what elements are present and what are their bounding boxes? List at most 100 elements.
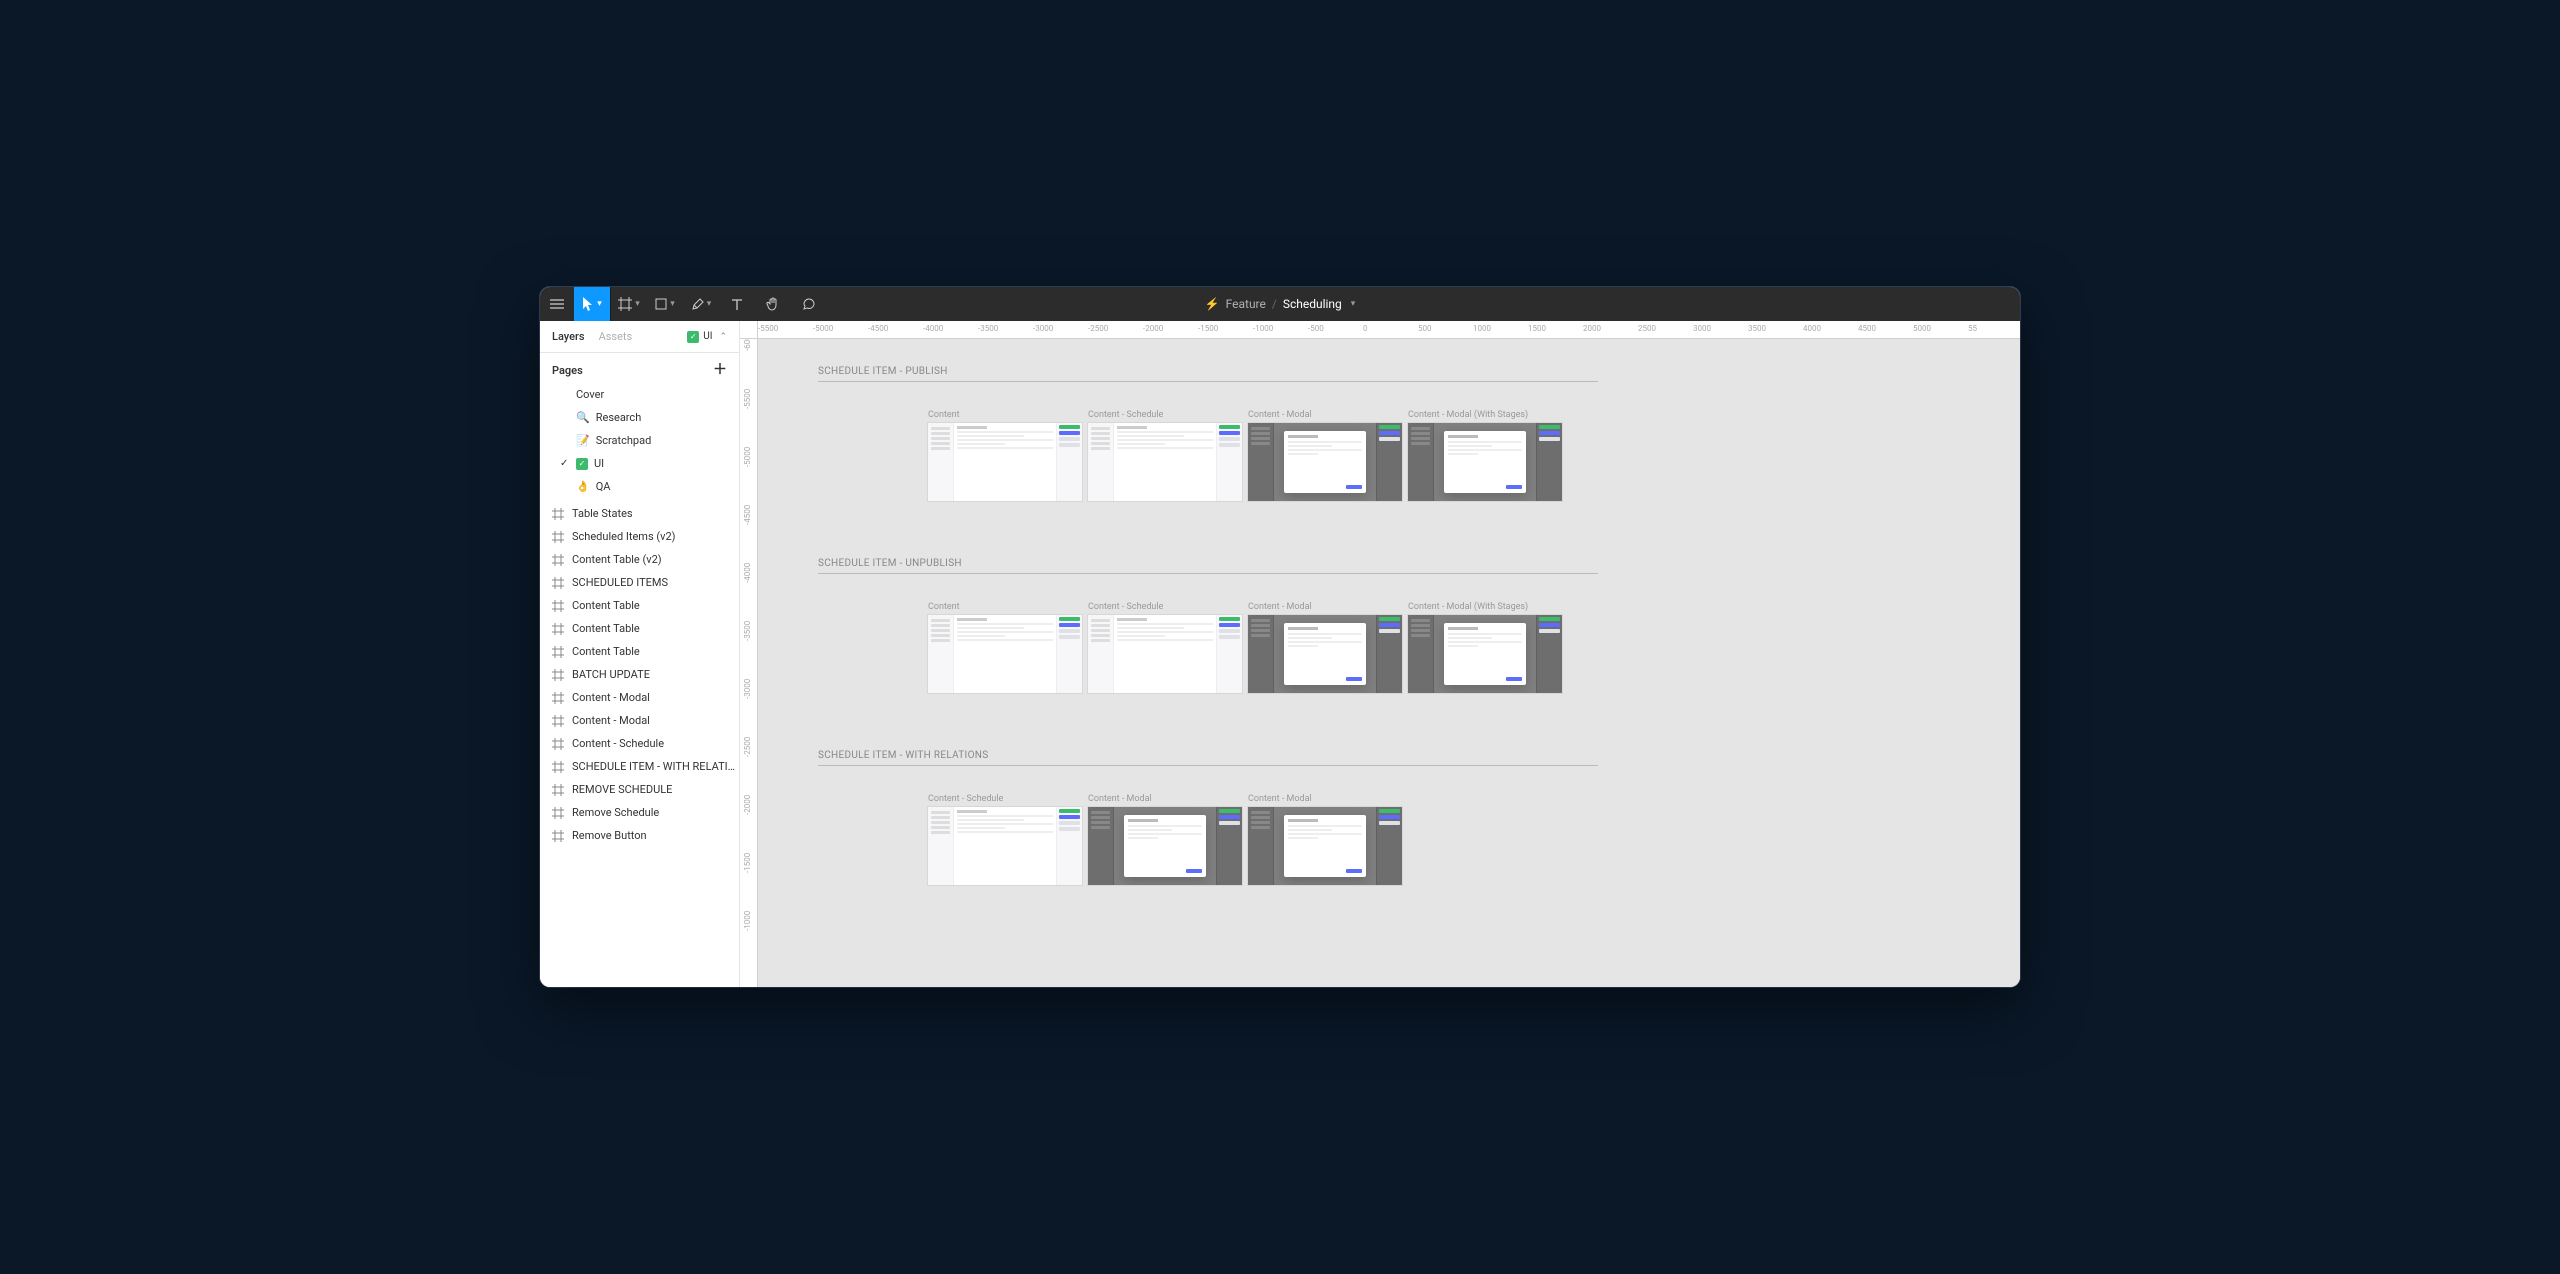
page-label: Research bbox=[596, 411, 642, 424]
modal-preview bbox=[1284, 431, 1366, 493]
page-emoji-icon: 🔍 bbox=[576, 411, 590, 424]
frame-label[interactable]: Content bbox=[928, 410, 1082, 420]
frame-icon bbox=[552, 738, 564, 750]
artboard[interactable] bbox=[928, 615, 1082, 693]
bolt-icon: ⚡ bbox=[1205, 297, 1220, 311]
frame: Content - Schedule bbox=[1088, 410, 1242, 501]
page-emoji-icon: 📝 bbox=[576, 434, 590, 447]
layer-label: Content - Modal bbox=[572, 691, 650, 704]
layer-item[interactable]: BATCH UPDATE bbox=[540, 663, 739, 686]
layer-item[interactable]: Remove Button bbox=[540, 824, 739, 847]
layer-item[interactable]: Content - Modal bbox=[540, 709, 739, 732]
frame-label[interactable]: Content - Schedule bbox=[1088, 410, 1242, 420]
layer-item[interactable]: Content Table bbox=[540, 640, 739, 663]
frame-label[interactable]: Content - Modal (With Stages) bbox=[1408, 410, 1562, 420]
layer-item[interactable]: Content Table bbox=[540, 594, 739, 617]
frame-icon bbox=[552, 554, 564, 566]
canvas[interactable]: SCHEDULE ITEM - PUBLISH Content Content - … bbox=[758, 339, 2020, 987]
ruler-tick: -500 bbox=[1308, 324, 1324, 333]
artboard[interactable] bbox=[1088, 423, 1242, 501]
move-tool-button[interactable]: ▾ bbox=[574, 287, 610, 321]
artboard[interactable] bbox=[1248, 423, 1402, 501]
layer-label: SCHEDULED ITEMS bbox=[572, 576, 668, 589]
text-icon bbox=[731, 298, 743, 310]
frame-icon bbox=[552, 715, 564, 727]
tab-assets[interactable]: Assets bbox=[599, 330, 633, 343]
page-selector[interactable]: ✓ UI ⌃ bbox=[687, 331, 727, 343]
artboard[interactable] bbox=[1248, 807, 1402, 885]
ruler-tick: 1500 bbox=[1528, 324, 1546, 333]
modal-preview bbox=[1284, 623, 1366, 685]
layer-item[interactable]: Table States bbox=[540, 502, 739, 525]
breadcrumb[interactable]: ⚡ Feature / Scheduling ▾ bbox=[1205, 297, 1356, 311]
artboard[interactable] bbox=[1248, 615, 1402, 693]
ruler-tick: 2000 bbox=[1583, 324, 1601, 333]
modal-preview bbox=[1284, 815, 1366, 877]
ruler-tick: -3500 bbox=[978, 324, 998, 333]
layer-item[interactable]: Scheduled Items (v2) bbox=[540, 525, 739, 548]
artboard[interactable] bbox=[928, 807, 1082, 885]
layer-item[interactable]: SCHEDULE ITEM - WITH RELATI… bbox=[540, 755, 739, 778]
ruler-tick: 3500 bbox=[1748, 324, 1766, 333]
layer-item[interactable]: Remove Schedule bbox=[540, 801, 739, 824]
check-icon: ✓ bbox=[576, 458, 588, 470]
frame-tool-button[interactable]: ▾ bbox=[611, 287, 647, 321]
hamburger-icon bbox=[550, 299, 564, 309]
layer-item[interactable]: Content - Modal bbox=[540, 686, 739, 709]
shape-tool-button[interactable]: ▾ bbox=[647, 287, 683, 321]
artboard[interactable] bbox=[1088, 615, 1242, 693]
frame: Content - Modal bbox=[1088, 794, 1242, 885]
comment-tool-button[interactable] bbox=[791, 287, 827, 321]
ruler-tick: -2500 bbox=[743, 737, 752, 757]
add-page-button[interactable]: ＋ bbox=[713, 363, 727, 377]
layer-label: Content - Schedule bbox=[572, 737, 664, 750]
layer-item[interactable]: REMOVE SCHEDULE bbox=[540, 778, 739, 801]
artboard[interactable] bbox=[1088, 807, 1242, 885]
text-tool-button[interactable] bbox=[719, 287, 755, 321]
modal-preview bbox=[1124, 815, 1206, 877]
frame: Content bbox=[928, 410, 1082, 501]
section-title[interactable]: SCHEDULE ITEM - WITH RELATIONS bbox=[818, 750, 1598, 766]
ruler-tick: 500 bbox=[1418, 324, 1432, 333]
ruler-tick: -5500 bbox=[743, 389, 752, 409]
frame-label[interactable]: Content - Modal bbox=[1088, 794, 1242, 804]
layer-item[interactable]: SCHEDULED ITEMS bbox=[540, 571, 739, 594]
page-item[interactable]: 📝Scratchpad bbox=[540, 429, 739, 452]
frame-label[interactable]: Content bbox=[928, 602, 1082, 612]
frame-icon bbox=[552, 531, 564, 543]
frame-label[interactable]: Content - Modal bbox=[1248, 602, 1402, 612]
tab-layers[interactable]: Layers bbox=[552, 330, 585, 343]
page-item[interactable]: 🔍 Research bbox=[540, 406, 739, 429]
page-item[interactable]: ✓✓UI bbox=[540, 452, 739, 475]
layer-item[interactable]: Content Table bbox=[540, 617, 739, 640]
hand-tool-button[interactable] bbox=[755, 287, 791, 321]
app-window: ▾ ▾ ▾ ▾ ⚡ Feature / Scheduling ▾ bbox=[540, 287, 2020, 987]
layer-item[interactable]: Content - Schedule bbox=[540, 732, 739, 755]
ruler-tick: 3000 bbox=[1693, 324, 1711, 333]
pen-tool-button[interactable]: ▾ bbox=[683, 287, 719, 321]
layer-label: SCHEDULE ITEM - WITH RELATI… bbox=[572, 760, 735, 773]
frame-label[interactable]: Content - Modal bbox=[1248, 410, 1402, 420]
section-title[interactable]: SCHEDULE ITEM - UNPUBLISH bbox=[818, 558, 1598, 574]
layer-item[interactable]: Content Table (v2) bbox=[540, 548, 739, 571]
artboard[interactable] bbox=[1408, 615, 1562, 693]
frame-icon bbox=[552, 600, 564, 612]
frame-label[interactable]: Content - Modal (With Stages) bbox=[1408, 602, 1562, 612]
canvas-area: -5500-5000-4500-4000-3500-3000-2500-2000… bbox=[740, 321, 2020, 987]
page-label: Cover bbox=[576, 388, 604, 401]
artboard[interactable] bbox=[1408, 423, 1562, 501]
section-title[interactable]: SCHEDULE ITEM - PUBLISH bbox=[818, 366, 1598, 382]
frame-label[interactable]: Content - Schedule bbox=[1088, 602, 1242, 612]
main-menu-button[interactable] bbox=[540, 287, 574, 321]
frame-label[interactable]: Content - Modal bbox=[1248, 794, 1402, 804]
frame: Content - Schedule bbox=[1088, 602, 1242, 693]
frame-icon bbox=[552, 761, 564, 773]
cursor-icon bbox=[582, 297, 594, 311]
frame: Content - Modal (With Stages) bbox=[1408, 602, 1562, 693]
page-item[interactable]: 👌QA bbox=[540, 475, 739, 498]
frame-label[interactable]: Content - Schedule bbox=[928, 794, 1082, 804]
page-item[interactable]: Cover bbox=[540, 383, 739, 406]
chevron-down-icon: ▾ bbox=[670, 299, 675, 309]
artboard[interactable] bbox=[928, 423, 1082, 501]
ruler-tick: -5000 bbox=[743, 447, 752, 467]
